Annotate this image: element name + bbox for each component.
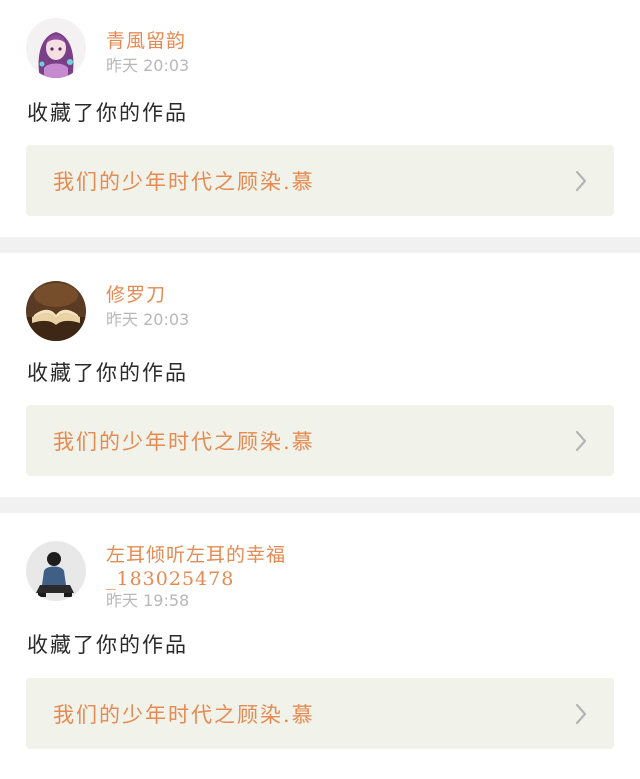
user-row: 青風留韵 昨天 20:03 <box>0 18 640 78</box>
anime-girl-avatar-icon[interactable] <box>26 18 86 78</box>
action-text: 收藏了你的作品 <box>27 361 188 385</box>
timestamp: 昨天 20:03 <box>106 310 190 329</box>
username[interactable]: 左耳倾听左耳的幸福 <box>106 543 286 567</box>
notification-item: 左耳倾听左耳的幸福 _183025478 昨天 19:58 收藏了你的作品 我们… <box>0 513 640 779</box>
username[interactable]: 修罗刀 <box>106 283 189 307</box>
open-book-avatar-icon[interactable] <box>26 281 86 341</box>
notification-item: 青風留韵 昨天 20:03 收藏了你的作品 我们的少年时代之顾染.慕 <box>0 0 640 237</box>
work-title: 我们的少年时代之顾染.慕 <box>53 702 315 727</box>
chevron-right-icon <box>574 429 588 453</box>
timestamp: 昨天 19:58 <box>106 591 190 610</box>
work-link[interactable]: 我们的少年时代之顾染.慕 <box>26 145 614 216</box>
notification-item: 修罗刀 昨天 20:03 收藏了你的作品 我们的少年时代之顾染.慕 <box>0 253 640 497</box>
work-link[interactable]: 我们的少年时代之顾染.慕 <box>26 678 614 749</box>
user-row: 左耳倾听左耳的幸福 _183025478 昨天 19:58 <box>0 541 640 611</box>
chevron-right-icon <box>574 169 588 193</box>
work-title: 我们的少年时代之顾染.慕 <box>53 429 315 454</box>
action-text: 收藏了你的作品 <box>27 101 188 125</box>
action-text: 收藏了你的作品 <box>27 633 188 657</box>
separator <box>0 497 640 513</box>
username-suffix[interactable]: _183025478 <box>106 567 286 591</box>
separator <box>0 237 640 253</box>
user-row: 修罗刀 昨天 20:03 <box>0 281 640 341</box>
work-title: 我们的少年时代之顾染.慕 <box>53 169 315 194</box>
notification-feed: 青風留韵 昨天 20:03 收藏了你的作品 我们的少年时代之顾染.慕 修罗刀 昨… <box>0 0 640 779</box>
person-sitting-avatar-icon[interactable] <box>26 541 86 601</box>
chevron-right-icon <box>574 702 588 726</box>
work-link[interactable]: 我们的少年时代之顾染.慕 <box>26 405 614 476</box>
timestamp: 昨天 20:03 <box>106 56 190 75</box>
username[interactable]: 青風留韵 <box>106 29 189 53</box>
